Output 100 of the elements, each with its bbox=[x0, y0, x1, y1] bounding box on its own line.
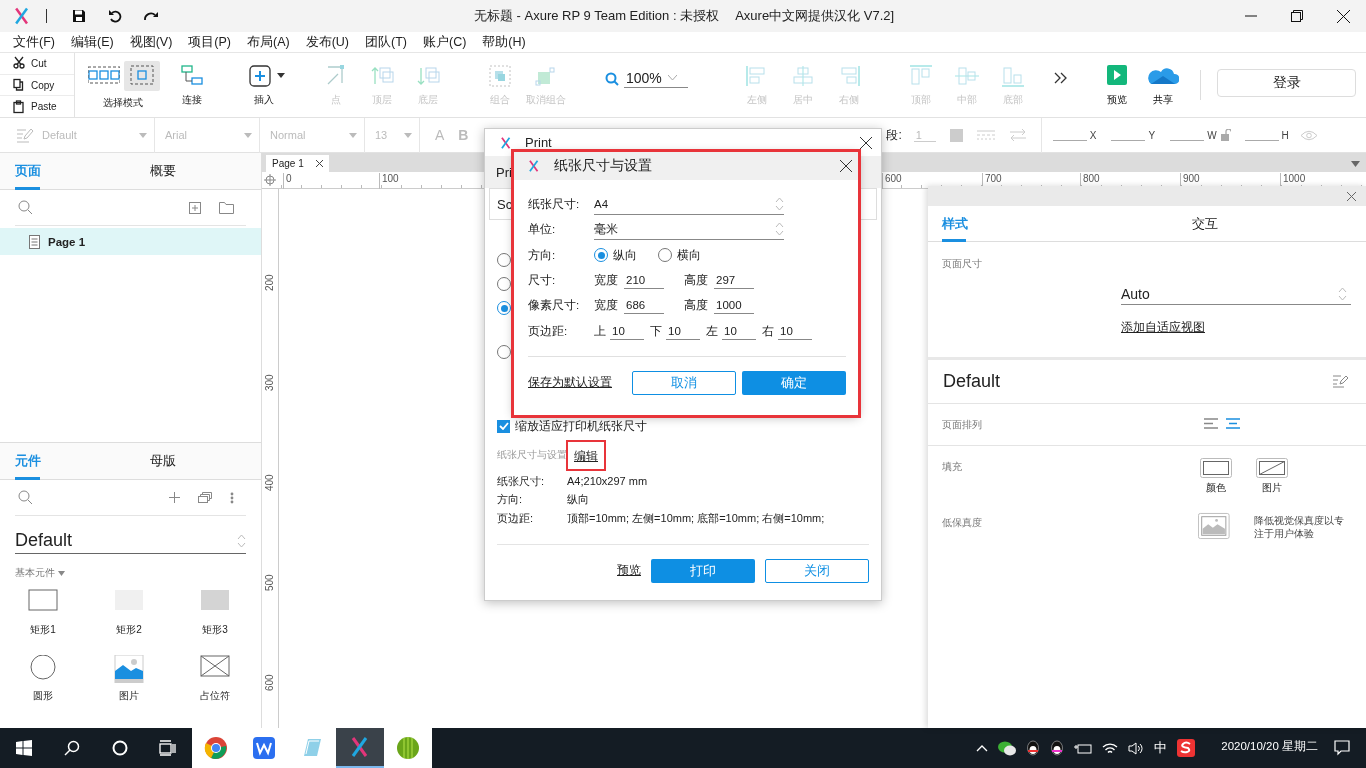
coordinate-label: X bbox=[1089, 129, 1097, 141]
w-tile-icon bbox=[252, 736, 276, 760]
input-field[interactable]: 10 bbox=[666, 322, 700, 340]
widget-item[interactable]: 矩形1 bbox=[0, 589, 86, 637]
widget-item[interactable]: 圆形 bbox=[0, 655, 86, 703]
input-field[interactable]: 210 bbox=[624, 272, 664, 290]
plus-icon[interactable] bbox=[169, 492, 180, 503]
panel-tab[interactable]: 概要 bbox=[130, 153, 261, 189]
library-dropdown[interactable]: Default bbox=[15, 528, 246, 554]
login-button[interactable]: 登录 bbox=[1217, 69, 1356, 97]
chevron-up-icon[interactable] bbox=[976, 744, 989, 752]
toolbar-button[interactable]: 预览 bbox=[1094, 63, 1140, 107]
add-page-icon[interactable] bbox=[189, 201, 201, 214]
clipboard-button[interactable]: Paste bbox=[0, 96, 74, 117]
widget-item[interactable]: 图片 bbox=[86, 655, 172, 703]
close-dialog-button[interactable]: 关闭 bbox=[765, 558, 869, 583]
edit-style-icon[interactable] bbox=[1333, 375, 1349, 388]
caret-icon[interactable] bbox=[58, 570, 65, 576]
input-field[interactable]: 10 bbox=[610, 322, 644, 340]
toolbar-button[interactable]: 共享 bbox=[1140, 63, 1186, 107]
preview-link[interactable]: 预览 bbox=[617, 562, 641, 579]
paper-size-dropdown[interactable]: A4 bbox=[594, 194, 784, 215]
image-toggle-icon[interactable] bbox=[1198, 512, 1230, 540]
fill-option[interactable]: 颜色 bbox=[1200, 458, 1232, 508]
menu-item[interactable]: 项目(P) bbox=[181, 33, 238, 51]
close-icon[interactable] bbox=[840, 160, 852, 172]
square-icon bbox=[949, 128, 963, 142]
taskbar-app[interactable] bbox=[384, 728, 432, 768]
input-field[interactable]: 1000 bbox=[714, 297, 754, 315]
radio-label[interactable]: 纵向 bbox=[613, 247, 637, 263]
input-method-indicator[interactable]: 中 bbox=[1154, 739, 1168, 757]
menu-item[interactable]: 发布(U) bbox=[298, 33, 356, 51]
battery-plug-icon[interactable] bbox=[1074, 742, 1093, 754]
page-size-dropdown[interactable]: Auto bbox=[1121, 283, 1351, 305]
more-vertical-icon[interactable] bbox=[230, 491, 234, 504]
zoom-field[interactable]: 100% bbox=[605, 70, 688, 88]
taskbar-date[interactable]: 2020/10/20 星期二 bbox=[1221, 739, 1318, 754]
input-field[interactable]: 10 bbox=[722, 322, 756, 340]
caret-icon[interactable] bbox=[1351, 161, 1360, 167]
radio-button[interactable] bbox=[497, 277, 511, 291]
widget-item[interactable]: 矩形3 bbox=[172, 589, 258, 637]
ring-icon bbox=[112, 740, 128, 756]
s-logo-icon[interactable] bbox=[1177, 739, 1196, 757]
dialog-title: 纸张尺寸与设置 bbox=[554, 157, 652, 175]
select-mode-option[interactable] bbox=[124, 60, 160, 91]
input-field[interactable]: 297 bbox=[714, 272, 754, 290]
radio-button[interactable] bbox=[497, 253, 511, 267]
taskbar-app[interactable] bbox=[336, 728, 384, 768]
menu-item[interactable]: 帮助(H) bbox=[475, 33, 533, 51]
save-default-link[interactable]: 保存为默认设置 bbox=[528, 374, 612, 392]
checkbox[interactable] bbox=[497, 419, 510, 433]
clipboard-button[interactable]: Cut bbox=[0, 53, 74, 75]
speaker-icon[interactable] bbox=[1128, 741, 1145, 755]
notification-icon[interactable] bbox=[1334, 739, 1352, 757]
alignment-option[interactable] bbox=[1204, 417, 1218, 432]
fill-option[interactable]: 图片 bbox=[1256, 458, 1288, 508]
add-adaptive-view-link[interactable]: 添加自适应视图 bbox=[1121, 319, 1205, 336]
radio-button[interactable] bbox=[497, 345, 511, 359]
wifi-icon[interactable] bbox=[1102, 741, 1119, 755]
page-tab[interactable]: Page 1 bbox=[266, 155, 329, 172]
chat-bubbles-icon[interactable] bbox=[998, 740, 1017, 756]
field-label: 尺寸: bbox=[528, 273, 557, 289]
dialog-title: Print bbox=[525, 135, 552, 150]
menu-item[interactable]: 账户(C) bbox=[416, 33, 474, 51]
caret-icon bbox=[349, 132, 357, 138]
radio-button[interactable] bbox=[658, 248, 672, 263]
toolbar-button[interactable]: 插入 bbox=[241, 63, 287, 107]
page-item[interactable]: Page 1 bbox=[0, 228, 261, 255]
toolbar-button[interactable]: 连接 bbox=[169, 63, 215, 107]
clipboard-button[interactable]: Copy bbox=[0, 74, 74, 97]
input-field[interactable]: 686 bbox=[624, 297, 664, 315]
input-field[interactable]: 10 bbox=[778, 322, 812, 340]
penguin-icon[interactable] bbox=[1050, 740, 1065, 756]
panel-tab[interactable]: 母版 bbox=[130, 443, 261, 479]
close-icon[interactable] bbox=[860, 136, 872, 149]
menu-item[interactable]: 视图(V) bbox=[122, 33, 180, 51]
cancel-button[interactable]: 取消 bbox=[632, 370, 736, 395]
stacked-windows-icon[interactable] bbox=[198, 492, 212, 503]
folder-icon[interactable] bbox=[219, 201, 234, 214]
search-icon[interactable] bbox=[18, 200, 33, 215]
search-icon[interactable] bbox=[18, 490, 33, 505]
padlock-icon[interactable] bbox=[1220, 129, 1231, 141]
widget-item[interactable]: 矩形2 bbox=[86, 589, 172, 637]
checkbox-label[interactable]: 缩放适应打印机纸张尺寸 bbox=[515, 417, 647, 435]
radio-label[interactable]: 横向 bbox=[677, 247, 701, 263]
panel-tab[interactable]: 交互 bbox=[1188, 206, 1222, 241]
menu-item[interactable]: 布局(A) bbox=[240, 33, 297, 51]
radio-button[interactable] bbox=[497, 301, 511, 315]
edit-link[interactable]: 编辑 bbox=[566, 439, 606, 471]
radio-button[interactable] bbox=[594, 248, 608, 263]
category-label[interactable]: 基本元件 bbox=[15, 566, 55, 580]
menu-item[interactable]: 团队(T) bbox=[358, 33, 414, 51]
unit-dropdown[interactable]: 毫米 bbox=[594, 219, 784, 240]
menu-item[interactable]: 编辑(E) bbox=[63, 33, 121, 51]
menu-item[interactable]: 文件(F) bbox=[6, 33, 62, 51]
penguin-icon[interactable] bbox=[1026, 740, 1041, 756]
alignment-option[interactable] bbox=[1226, 417, 1240, 432]
widget-item[interactable]: 占位符 bbox=[172, 655, 258, 703]
close-icon[interactable] bbox=[315, 160, 323, 167]
detail-value: 纵向 bbox=[567, 492, 589, 508]
